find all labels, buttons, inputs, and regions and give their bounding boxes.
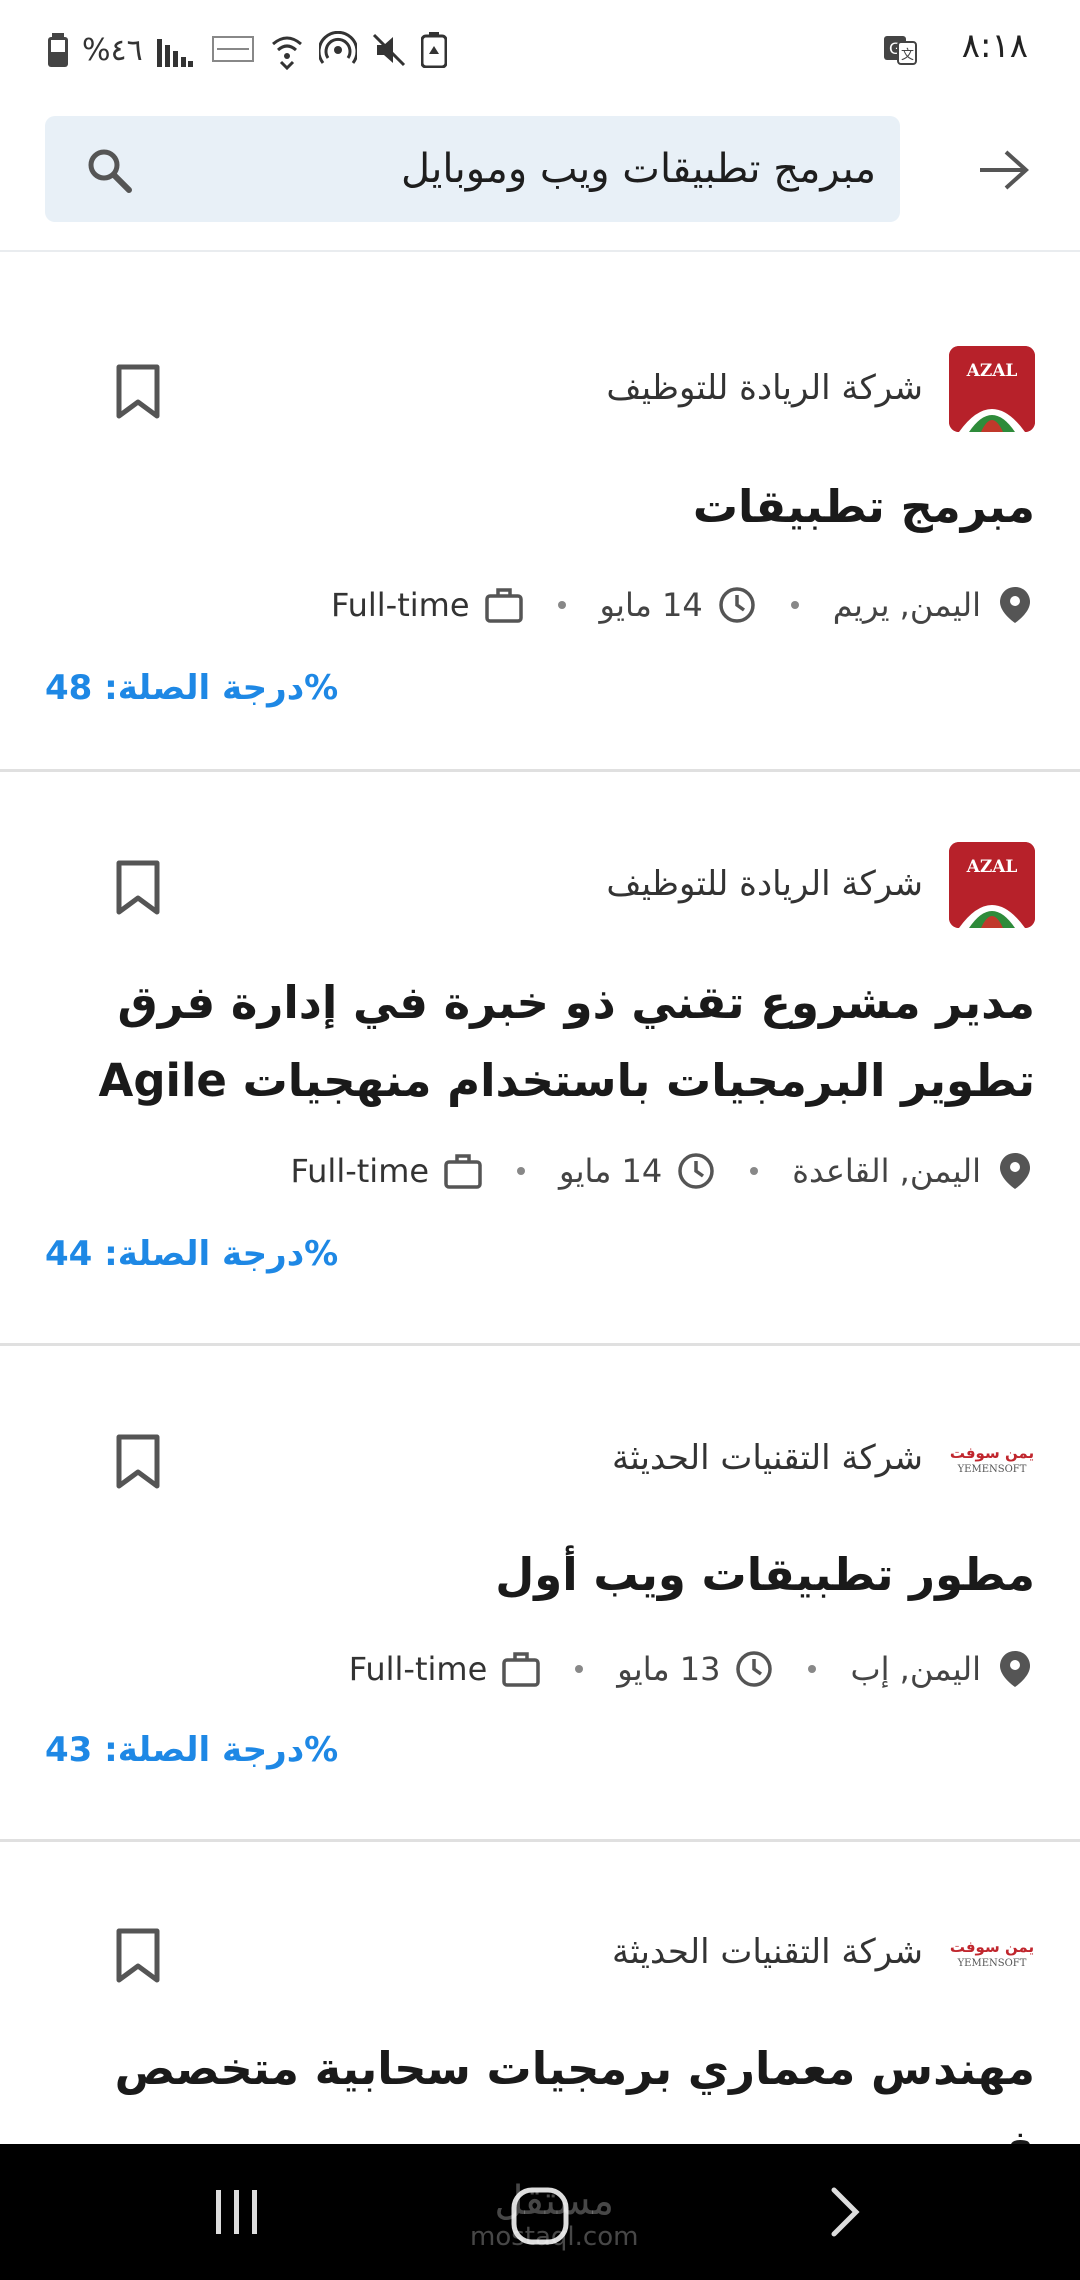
job-title[interactable]: مبرمج تطبيقات — [65, 468, 1035, 546]
watermark-latin: mostaql.com — [470, 2222, 639, 2252]
location-pin-icon — [1000, 587, 1030, 623]
job-meta: اليمن, يريم 14 مايو Full-time — [331, 580, 1035, 630]
svg-text:يمن سوفت: يمن سوفت — [950, 1938, 1034, 1956]
system-nav-bar: مستقل mostaql.com — [0, 2144, 1080, 2280]
clock-icon — [678, 1153, 715, 1189]
svg-text:AZAL: AZAL — [966, 857, 1018, 877]
watermark-arabic: مستقل — [494, 2178, 615, 2224]
job-card[interactable]: AZAL شركة الريادة للتوظيف مدير مشروع تقن… — [0, 772, 1080, 1346]
company-logo: AZAL — [949, 842, 1035, 928]
wifi-calling-icon — [271, 36, 302, 70]
job-card[interactable]: يمن سوفت YEMENSOFT شركة التقنيات الحديثة… — [0, 1842, 1080, 2144]
location-pin-icon — [1000, 1651, 1030, 1687]
job-location: اليمن, إب — [850, 1650, 981, 1688]
svg-text:يمن سوفت: يمن سوفت — [950, 1444, 1034, 1462]
bookmark-icon[interactable] — [113, 1928, 163, 1984]
back-button[interactable] — [968, 134, 1040, 206]
svg-text:YEMENSOFT: YEMENSOFT — [957, 1464, 1027, 1475]
bookmark-icon[interactable] — [113, 364, 163, 420]
search-input[interactable] — [176, 116, 876, 222]
relevance-score: %درجة الصلة: 44 — [45, 1234, 339, 1274]
job-type: Full-time — [348, 1650, 488, 1688]
job-location: اليمن, يريم — [832, 586, 981, 624]
company-name[interactable]: شركة التقنيات الحديثة — [612, 1932, 923, 1972]
location-pin-icon — [1000, 1153, 1030, 1189]
job-date: 14 مايو — [559, 1152, 663, 1190]
bookmark-icon[interactable] — [113, 860, 163, 916]
battery-icon — [48, 33, 68, 67]
company-name[interactable]: شركة الريادة للتوظيف — [606, 368, 923, 408]
status-bar: %٤٦ G文 ٨:١٨ — [0, 0, 1080, 100]
search-box[interactable] — [45, 116, 900, 222]
status-icons: %٤٦ — [48, 28, 447, 72]
job-location: اليمن, القاعدة — [792, 1152, 981, 1190]
svg-text:YEMENSOFT: YEMENSOFT — [957, 1958, 1027, 1969]
job-type: Full-time — [330, 586, 470, 624]
company-logo: AZAL — [949, 346, 1035, 432]
separator-dot — [808, 1665, 817, 1673]
separator-dot — [517, 1167, 526, 1175]
company-name[interactable]: شركة التقنيات الحديثة — [612, 1438, 923, 1478]
job-meta: اليمن, إب 13 مايو Full-time — [349, 1644, 1035, 1694]
job-card[interactable]: AZAL شركة الريادة للتوظيف مبرمج تطبيقات … — [0, 254, 1080, 772]
job-list[interactable]: AZAL شركة الريادة للتوظيف مبرمج تطبيقات … — [0, 254, 1080, 2144]
briefcase-icon — [444, 1154, 482, 1189]
briefcase-icon — [502, 1652, 541, 1687]
job-date: 13 مايو — [617, 1650, 721, 1688]
job-title[interactable]: مطور تطبيقات ويب أول — [65, 1536, 1035, 1614]
relevance-score: %درجة الصلة: 48 — [45, 668, 339, 708]
svg-text:文: 文 — [901, 48, 914, 63]
job-title[interactable]: مدير مشروع تقني ذو خبرة في إدارة فرق تطو… — [65, 964, 1036, 1120]
signal-icon — [156, 39, 193, 67]
search-header — [0, 100, 1080, 252]
screen: %٤٦ G文 ٨:١٨ AZAL — [0, 0, 1080, 2280]
company-logo: يمن سوفت YEMENSOFT — [949, 1416, 1035, 1502]
job-type: Full-time — [290, 1152, 430, 1190]
company-name[interactable]: شركة الريادة للتوظيف — [606, 864, 923, 904]
watermark: مستقل mostaql.com — [470, 2180, 638, 2252]
status-time: ٨:١٨ — [961, 26, 1028, 66]
azal-logo: AZAL — [949, 842, 1035, 928]
chevron-right-icon[interactable] — [818, 2186, 870, 2238]
bookmark-icon[interactable] — [113, 1434, 163, 1490]
battery-saver-icon — [420, 32, 447, 68]
separator-dot — [750, 1167, 759, 1175]
job-meta: اليمن, القاعدة 14 مايو Full-time — [290, 1146, 1035, 1196]
translate-icon: G文 — [884, 36, 917, 65]
briefcase-icon — [484, 588, 523, 623]
company-logo: يمن سوفت YEMENSOFT — [949, 1910, 1035, 1996]
battery-percentage: %٤٦ — [82, 32, 143, 68]
yemensoft-logo: يمن سوفت YEMENSOFT — [949, 1910, 1035, 1996]
yemensoft-logo: يمن سوفت YEMENSOFT — [949, 1416, 1035, 1502]
hotspot-icon — [318, 31, 357, 64]
job-title[interactable]: مهندس معماري برمجيات سحابية متخصص في — [65, 2030, 1035, 2144]
job-date: 14 مايو — [599, 586, 703, 624]
search-icon[interactable] — [85, 146, 133, 194]
separator-dot — [575, 1665, 584, 1673]
job-card[interactable]: يمن سوفت YEMENSOFT شركة التقنيات الحديثة… — [0, 1346, 1080, 1842]
svg-text:AZAL: AZAL — [966, 361, 1018, 381]
recent-apps-icon[interactable] — [212, 2186, 262, 2238]
separator-dot — [790, 601, 799, 609]
separator-dot — [557, 601, 566, 609]
arrow-forward-icon — [980, 150, 1029, 190]
network-type-icon — [211, 36, 254, 62]
clock-icon — [718, 587, 755, 623]
azal-logo: AZAL — [949, 346, 1035, 432]
clock-icon — [736, 1651, 773, 1687]
relevance-score: %درجة الصلة: 43 — [45, 1730, 339, 1770]
mute-icon — [372, 33, 405, 67]
